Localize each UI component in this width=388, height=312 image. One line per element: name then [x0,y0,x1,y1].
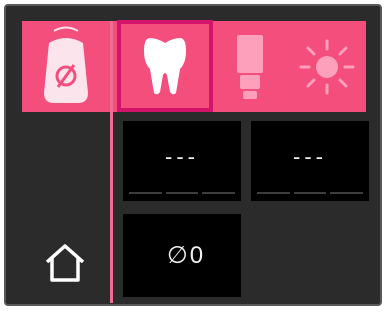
tab-toothpaste[interactable] [213,21,287,112]
right-reading-value: --- [293,144,327,169]
status-tile [22,21,110,112]
tab-light[interactable] [287,21,366,112]
right-progress-segments [257,192,364,194]
left-reading-panel[interactable]: --- [123,121,241,201]
diameter-value: 0 [189,241,204,269]
right-reading-panel[interactable]: --- [251,121,369,201]
toothpaste-tube-icon [237,34,263,99]
home-button[interactable] [39,237,91,289]
diameter-readout: ∅ 0 [167,241,203,270]
device-screen: --- --- ∅ 0 [4,4,382,306]
diameter-symbol: ∅ [166,242,188,269]
diameter-panel[interactable]: ∅ 0 [123,214,241,297]
tab-tooth[interactable] [117,20,213,112]
left-reading-value: --- [165,144,199,169]
aligner-case-empty-icon [44,26,88,103]
tooth-icon [144,38,186,95]
home-icon [45,244,85,282]
sun-icon [299,39,354,94]
left-progress-segments [129,192,236,194]
mode-tab-bar [113,20,366,112]
